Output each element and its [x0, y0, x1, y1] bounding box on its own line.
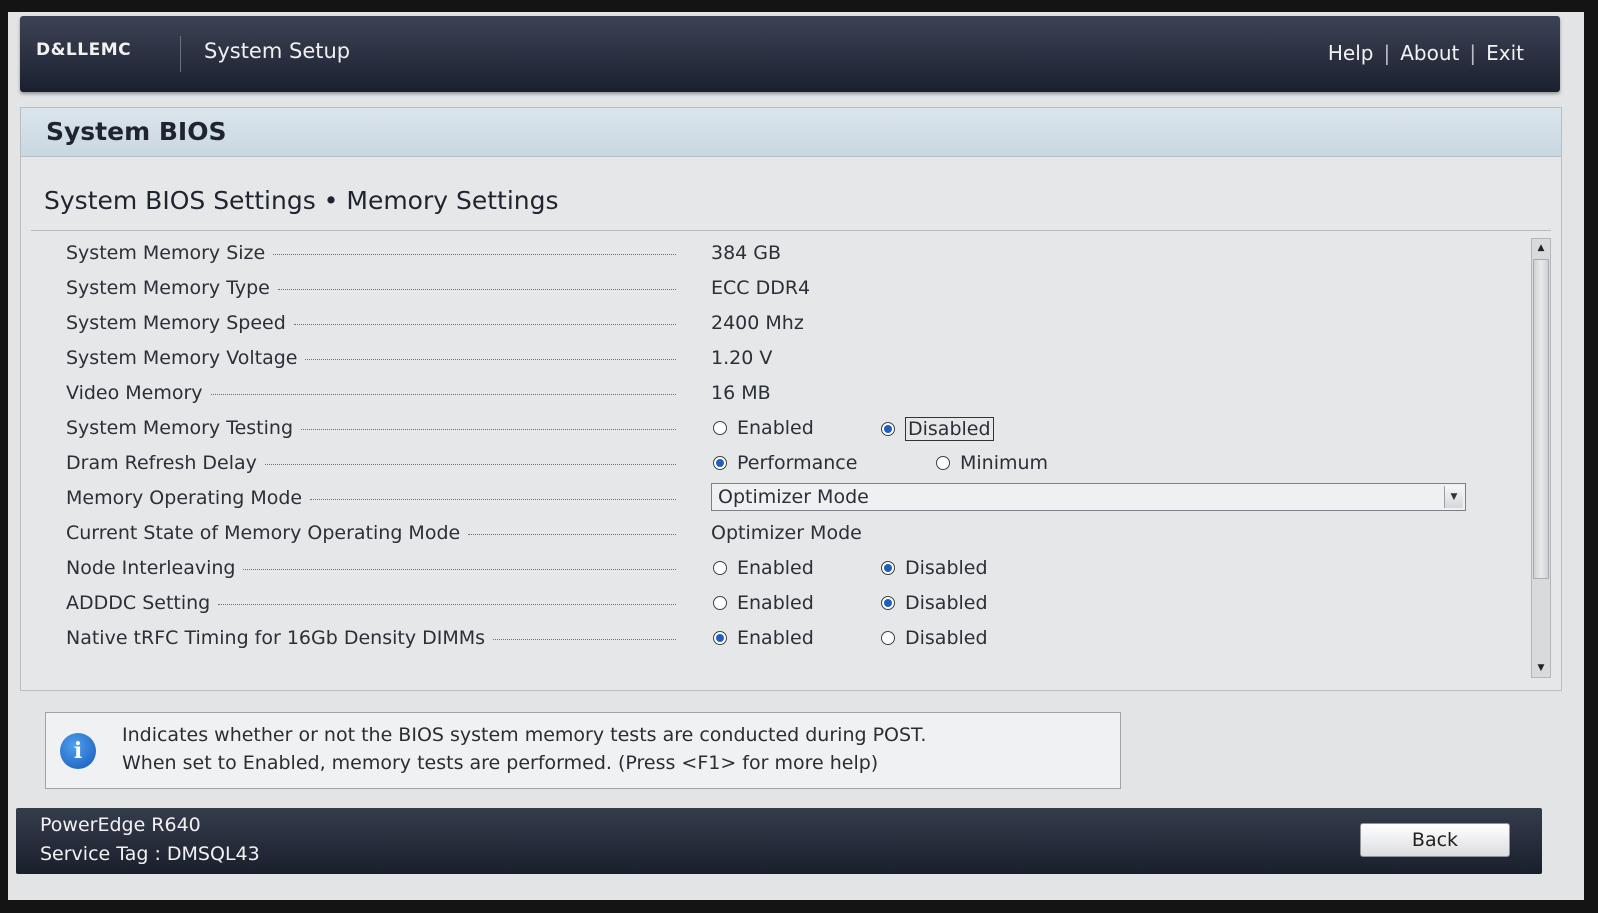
setting-row-current-mode: Current State of Memory Operating Mode O… — [21, 516, 1501, 551]
page-subtitle: System BIOS Settings • Memory Settings — [44, 186, 559, 215]
dram-refresh-performance-radio[interactable]: Performance — [713, 452, 857, 474]
radio-circle-selected — [881, 422, 895, 436]
setting-label: ADDDC Setting — [66, 592, 676, 614]
radio-circle-selected — [881, 561, 895, 575]
setting-label: Dram Refresh Delay — [66, 452, 676, 474]
setting-row-memory-voltage: System Memory Voltage 1.20 V — [21, 341, 1501, 376]
radio-circle — [713, 561, 727, 575]
chevron-down-icon[interactable]: ▼ — [1444, 486, 1463, 508]
divider — [180, 36, 181, 72]
radio-circle-selected — [713, 631, 727, 645]
settings-list: System Memory Size 384 GB System Memory … — [21, 236, 1501, 656]
setting-row-node-interleaving: Node Interleaving Enabled Disabled — [21, 551, 1501, 586]
radio-circle — [881, 631, 895, 645]
native-trfc-enabled-radio[interactable]: Enabled — [713, 627, 814, 649]
setting-value: 2400 Mhz — [711, 312, 804, 334]
setting-label: Node Interleaving — [66, 557, 676, 579]
setting-label: System Memory Speed — [66, 312, 676, 334]
info-icon: i — [60, 733, 96, 769]
setting-row-memory-testing: System Memory Testing Enabled Disabled — [21, 411, 1501, 446]
setting-label: Current State of Memory Operating Mode — [66, 522, 676, 544]
setting-label: Memory Operating Mode — [66, 487, 676, 509]
panel-title: System BIOS — [21, 108, 1561, 157]
exit-link[interactable]: Exit — [1486, 41, 1524, 65]
setting-row-dram-refresh: Dram Refresh Delay Performance Minimum — [21, 446, 1501, 481]
setting-value: 384 GB — [711, 242, 782, 264]
adddc-enabled-radio[interactable]: Enabled — [713, 592, 814, 614]
native-trfc-disabled-radio[interactable]: Disabled — [881, 627, 988, 649]
setting-value: ECC DDR4 — [711, 277, 811, 299]
divider — [31, 230, 1551, 231]
setting-label: System Memory Testing — [66, 417, 676, 439]
system-model: PowerEdge R640 — [40, 814, 201, 836]
setting-label: Native tRFC Timing for 16Gb Density DIMM… — [66, 627, 676, 649]
radio-circle — [713, 421, 727, 435]
setting-row-native-trfc: Native tRFC Timing for 16Gb Density DIMM… — [21, 621, 1501, 656]
radio-circle — [936, 456, 950, 470]
separator: | — [1469, 41, 1477, 65]
dram-refresh-minimum-radio[interactable]: Minimum — [936, 452, 1048, 474]
app-title: System Setup — [204, 39, 351, 63]
setting-label: System Memory Voltage — [66, 347, 676, 369]
setting-label: System Memory Size — [66, 242, 676, 264]
setting-row-memory-size: System Memory Size 384 GB — [21, 236, 1501, 271]
memory-operating-mode-dropdown[interactable]: Optimizer Mode ▼ — [711, 483, 1466, 511]
top-bar: D&LLEMC System Setup Help | About | Exit — [20, 16, 1560, 92]
back-button[interactable]: Back — [1360, 823, 1510, 857]
scrollbar-thumb[interactable] — [1533, 259, 1549, 579]
setting-row-memory-speed: System Memory Speed 2400 Mhz — [21, 306, 1501, 341]
dell-emc-logo: D&LLEMC — [36, 40, 132, 60]
help-info-box: i Indicates whether or not the BIOS syst… — [45, 712, 1121, 789]
about-link[interactable]: About — [1400, 41, 1459, 65]
setting-value: 16 MB — [711, 382, 771, 404]
setting-value: Optimizer Mode — [711, 522, 862, 544]
setting-row-video-memory: Video Memory 16 MB — [21, 376, 1501, 411]
node-interleaving-disabled-radio[interactable]: Disabled — [881, 557, 988, 579]
setting-row-operating-mode: Memory Operating Mode Optimizer Mode ▼ — [21, 481, 1501, 516]
footer-bar: PowerEdge R640 Service Tag : DMSQL43 Bac… — [16, 808, 1542, 874]
setting-row-memory-type: System Memory Type ECC DDR4 — [21, 271, 1501, 306]
separator: | — [1383, 41, 1391, 65]
top-links: Help | About | Exit — [1328, 41, 1524, 65]
radio-circle-selected — [881, 596, 895, 610]
service-tag: Service Tag : DMSQL43 — [40, 843, 260, 865]
main-panel: System BIOS System BIOS Settings • Memor… — [20, 107, 1562, 691]
scroll-down-arrow-icon[interactable]: ▼ — [1532, 659, 1550, 677]
adddc-disabled-radio[interactable]: Disabled — [881, 592, 988, 614]
node-interleaving-enabled-radio[interactable]: Enabled — [713, 557, 814, 579]
vertical-scrollbar[interactable]: ▲ ▼ — [1531, 238, 1551, 678]
memory-testing-enabled-radio[interactable]: Enabled — [713, 417, 814, 439]
radio-circle-selected — [713, 456, 727, 470]
setting-value: 1.20 V — [711, 347, 773, 369]
help-link[interactable]: Help — [1328, 41, 1374, 65]
memory-testing-disabled-radio[interactable]: Disabled — [881, 417, 994, 441]
help-text: Indicates whether or not the BIOS system… — [122, 724, 927, 774]
setting-label: System Memory Type — [66, 277, 676, 299]
setting-row-adddc: ADDDC Setting Enabled Disabled — [21, 586, 1501, 621]
setting-label: Video Memory — [66, 382, 676, 404]
radio-circle — [713, 596, 727, 610]
scroll-up-arrow-icon[interactable]: ▲ — [1532, 239, 1550, 257]
